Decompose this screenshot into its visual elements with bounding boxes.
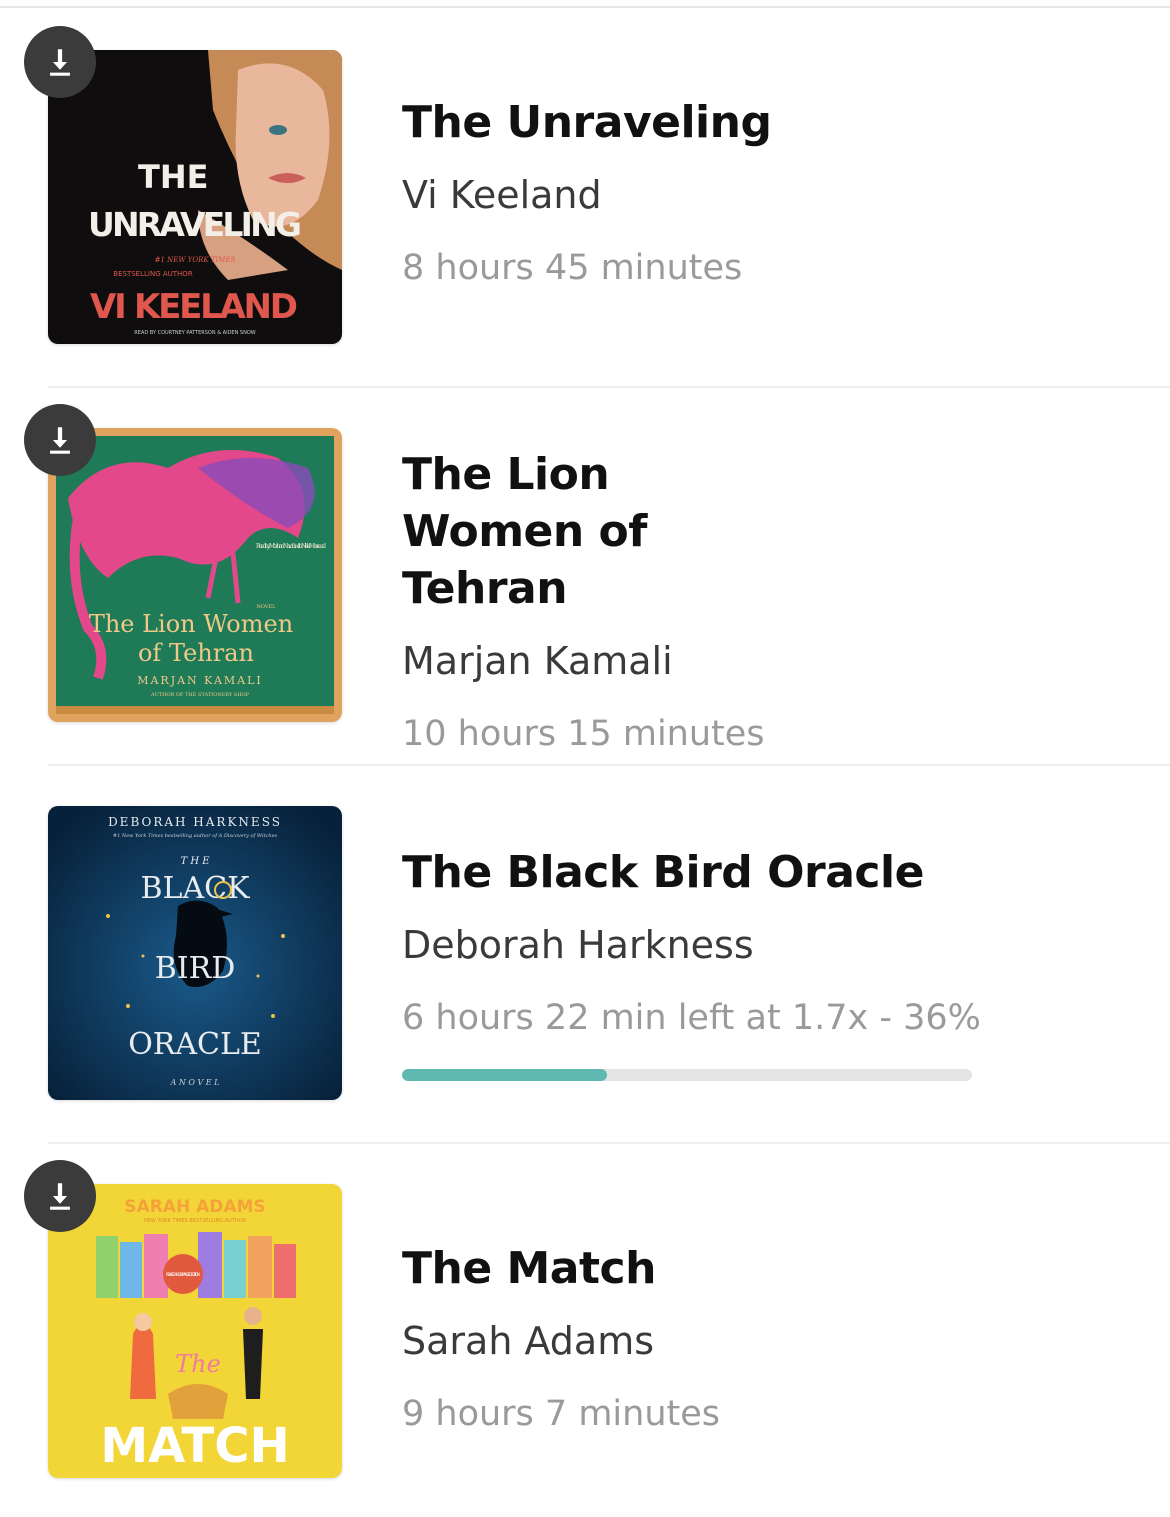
cover-title-line1: THE [138, 158, 208, 196]
download-button[interactable] [24, 404, 96, 476]
cover-author-note: AUTHOR OF THE STATIONERY SHOP [150, 692, 250, 698]
list-item[interactable]: THE UNRAVELING #1 NEW YORK TIMES BESTSEL… [0, 10, 1170, 388]
book-title[interactable]: The Black Bird Oracle [402, 844, 1102, 901]
cover-badge: REVISED AND EXPANDED EDITION [166, 1272, 200, 1277]
cover-tagline1: #1 NEW YORK TIMES [155, 256, 236, 264]
book-meta: The Unraveling Vi Keeland 8 hours 45 min… [402, 94, 1102, 291]
cover-title-line2: UNRAVELING [88, 205, 302, 244]
cover-art: DEBORAH HARKNESS #1 New York Times bests… [48, 806, 342, 1100]
progress-bar [402, 1069, 972, 1081]
cover-art: SARAH ADAMS NEW YORK TIMES BESTSELLING A… [48, 1184, 342, 1478]
book-cover[interactable]: SARAH ADAMS NEW YORK TIMES BESTSELLING A… [48, 1184, 342, 1478]
cover-word-oracle: ORACLE [128, 1027, 262, 1062]
list-item[interactable]: Read by Mozhan Navabi with Nikki Massoud… [0, 388, 1170, 766]
book-author: Sarah Adams [402, 1319, 655, 1363]
book-author: Marjan Kamali [402, 639, 673, 683]
cover-word-bird: BIRD [155, 951, 236, 986]
cover-word-match: MATCH [100, 1418, 289, 1474]
book-duration: 10 hours 15 minutes [402, 714, 765, 754]
book-title[interactable]: The Lion Women of Tehran [402, 446, 802, 617]
progress-bar-fill [402, 1069, 608, 1081]
cover-subtitle: #1 New York Times bestselling author of … [113, 833, 278, 839]
book-duration: 9 hours 7 minutes [402, 1394, 720, 1434]
top-divider [0, 0, 1170, 8]
cover-narrators: READ BY COURTNEY PATTERSON & AIDEN SNOW [134, 330, 255, 336]
book-title[interactable]: The Match [402, 1240, 1102, 1297]
book-cover[interactable]: DEBORAH HARKNESS #1 New York Times bests… [48, 806, 342, 1100]
book-duration: 8 hours 45 minutes [402, 248, 743, 288]
cover-author: DEBORAH HARKNESS [108, 815, 282, 829]
cover-subtitle: NEW YORK TIMES BESTSELLING AUTHOR [144, 1218, 246, 1224]
cover-author: VI KEELAND [90, 287, 298, 327]
book-author: Deborah Harkness [402, 923, 754, 967]
download-icon [50, 427, 70, 454]
list-item[interactable]: DEBORAH HARKNESS #1 New York Times bests… [0, 766, 1170, 1144]
cover-label: A N O V E L [170, 1078, 220, 1087]
cover-art: THE UNRAVELING #1 NEW YORK TIMES BESTSEL… [48, 50, 342, 344]
download-icon [50, 1183, 70, 1210]
book-author: Vi Keeland [402, 173, 602, 217]
list-item[interactable]: SARAH ADAMS NEW YORK TIMES BESTSELLING A… [0, 1144, 1170, 1517]
cover-art: Read by Mozhan Navabi with Nikki Massoud… [48, 428, 342, 722]
cover-title-line2: of Tehran [138, 639, 254, 667]
book-progress-text: 6 hours 22 min left at 1.7x - 36% [402, 998, 981, 1038]
cover-word-the: The [175, 1350, 221, 1378]
cover-author: SARAH ADAMS [124, 1197, 265, 1217]
cover-read-by: Read by Mozhan Navabi with Nikki Massoud [256, 543, 326, 550]
book-meta: The Black Bird Oracle Deborah Harkness 6… [402, 844, 1102, 1081]
download-button[interactable] [24, 1160, 96, 1232]
cover-title-line1: The Lion Women [89, 610, 293, 638]
cover-tagline2: BESTSELLING AUTHOR [113, 270, 193, 278]
book-title[interactable]: The Unraveling [402, 94, 1102, 151]
book-cover[interactable]: THE UNRAVELING #1 NEW YORK TIMES BESTSEL… [48, 50, 342, 344]
cover-author: MARJAN KAMALI [137, 674, 263, 687]
download-button[interactable] [24, 26, 96, 98]
book-meta: The Match Sarah Adams 9 hours 7 minutes [402, 1240, 1102, 1437]
book-meta: The Lion Women of Tehran Marjan Kamali 1… [402, 446, 1102, 757]
download-icon [50, 49, 70, 76]
cover-word-the: T H E [180, 856, 210, 867]
book-cover[interactable]: Read by Mozhan Navabi with Nikki Massoud… [48, 428, 342, 722]
